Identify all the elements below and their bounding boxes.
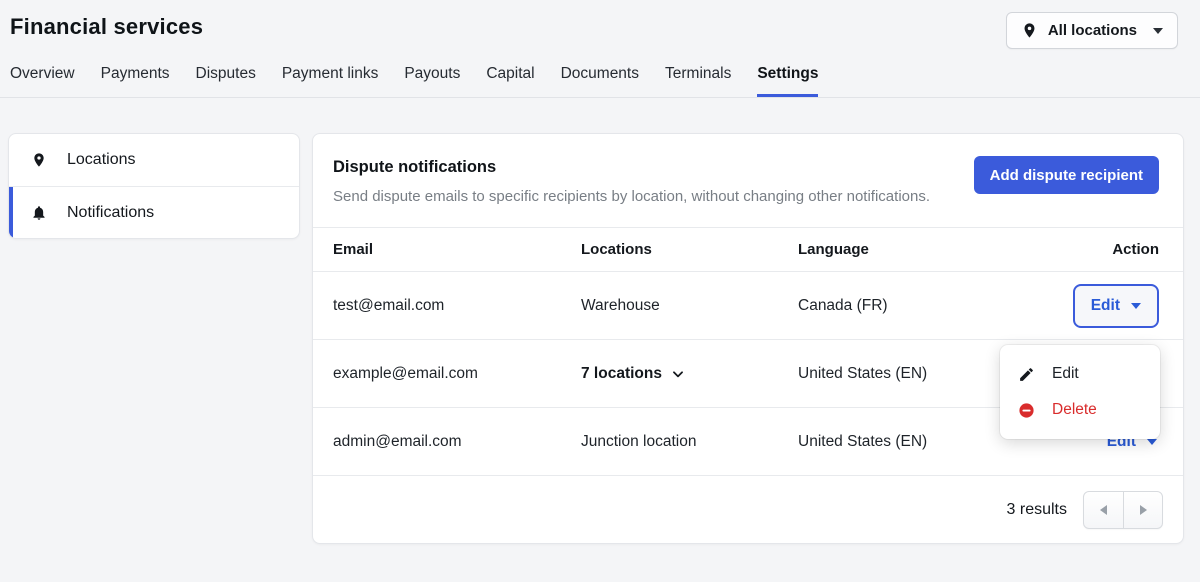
results-count: 3 results: [1007, 501, 1067, 519]
column-header-action: Action: [1112, 241, 1159, 258]
tab-settings[interactable]: Settings: [757, 65, 818, 97]
top-bar: Financial services All locations: [0, 0, 1200, 49]
chevron-down-icon: [1147, 439, 1157, 445]
menu-item-label: Delete: [1052, 401, 1097, 419]
tab-payments[interactable]: Payments: [101, 65, 170, 97]
chevron-down-icon: [1131, 303, 1141, 309]
recipient-locations: Warehouse: [581, 297, 798, 315]
location-pin-icon: [1021, 22, 1038, 39]
pagination-control: [1083, 491, 1163, 529]
panel-subtitle: Send dispute emails to specific recipien…: [333, 188, 930, 205]
recipient-language: Canada (FR): [798, 297, 1073, 315]
menu-item-edit[interactable]: Edit: [1000, 356, 1160, 392]
sidebar-item-notifications[interactable]: Notifications: [9, 186, 299, 238]
panel-header: Dispute notifications Send dispute email…: [313, 134, 1183, 228]
column-header-language: Language: [798, 241, 1112, 258]
menu-item-label: Edit: [1052, 365, 1079, 383]
edit-dropdown-menu: Edit Delete: [1000, 345, 1160, 439]
location-pin-icon: [31, 152, 47, 168]
content-area: Locations Notifications Dispute notifica…: [0, 98, 1200, 544]
column-header-locations: Locations: [581, 241, 798, 258]
pencil-icon: [1018, 366, 1035, 383]
menu-item-delete[interactable]: Delete: [1000, 392, 1160, 428]
edit-dropdown-button[interactable]: Edit: [1073, 284, 1159, 328]
tab-capital[interactable]: Capital: [486, 65, 534, 97]
tab-overview[interactable]: Overview: [10, 65, 75, 97]
sidebar-item-locations[interactable]: Locations: [9, 134, 299, 186]
locations-expander-label: 7 locations: [581, 365, 662, 383]
table-row: test@email.com Warehouse Canada (FR) Edi…: [313, 272, 1183, 340]
chevron-down-icon: [671, 367, 685, 381]
edit-button-label: Edit: [1091, 297, 1120, 315]
recipient-email: admin@email.com: [333, 433, 581, 451]
next-page-button[interactable]: [1123, 492, 1162, 528]
page-title: Financial services: [10, 12, 203, 40]
table-header-row: Email Locations Language Action: [313, 228, 1183, 272]
tab-documents[interactable]: Documents: [561, 65, 639, 97]
minus-circle-icon: [1018, 402, 1035, 419]
arrow-right-icon: [1140, 505, 1147, 515]
location-filter-button[interactable]: All locations: [1006, 12, 1178, 49]
settings-sidebar: Locations Notifications: [8, 133, 300, 239]
location-filter-label: All locations: [1048, 22, 1137, 39]
main-nav-tabs: Overview Payments Disputes Payment links…: [0, 65, 1200, 98]
panel-header-text: Dispute notifications Send dispute email…: [333, 156, 930, 205]
dashboard-page: { "page": { "title": "Financial services…: [0, 0, 1200, 582]
tab-payment-links[interactable]: Payment links: [282, 65, 378, 97]
chevron-down-icon: [1153, 28, 1163, 34]
dispute-notifications-panel: Dispute notifications Send dispute email…: [312, 133, 1184, 544]
recipient-email: example@email.com: [333, 365, 581, 383]
bell-icon: [31, 205, 47, 221]
locations-expander[interactable]: 7 locations: [581, 365, 685, 383]
add-dispute-recipient-button[interactable]: Add dispute recipient: [974, 156, 1159, 194]
recipient-locations: Junction location: [581, 433, 798, 451]
panel-title: Dispute notifications: [333, 156, 930, 177]
tab-payouts[interactable]: Payouts: [404, 65, 460, 97]
tab-disputes[interactable]: Disputes: [196, 65, 256, 97]
sidebar-item-label: Notifications: [67, 204, 154, 222]
arrow-left-icon: [1100, 505, 1107, 515]
recipient-email: test@email.com: [333, 297, 581, 315]
previous-page-button[interactable]: [1084, 492, 1123, 528]
table-footer: 3 results: [313, 476, 1183, 543]
column-header-email: Email: [333, 241, 581, 258]
sidebar-item-label: Locations: [67, 151, 136, 169]
tab-terminals[interactable]: Terminals: [665, 65, 731, 97]
